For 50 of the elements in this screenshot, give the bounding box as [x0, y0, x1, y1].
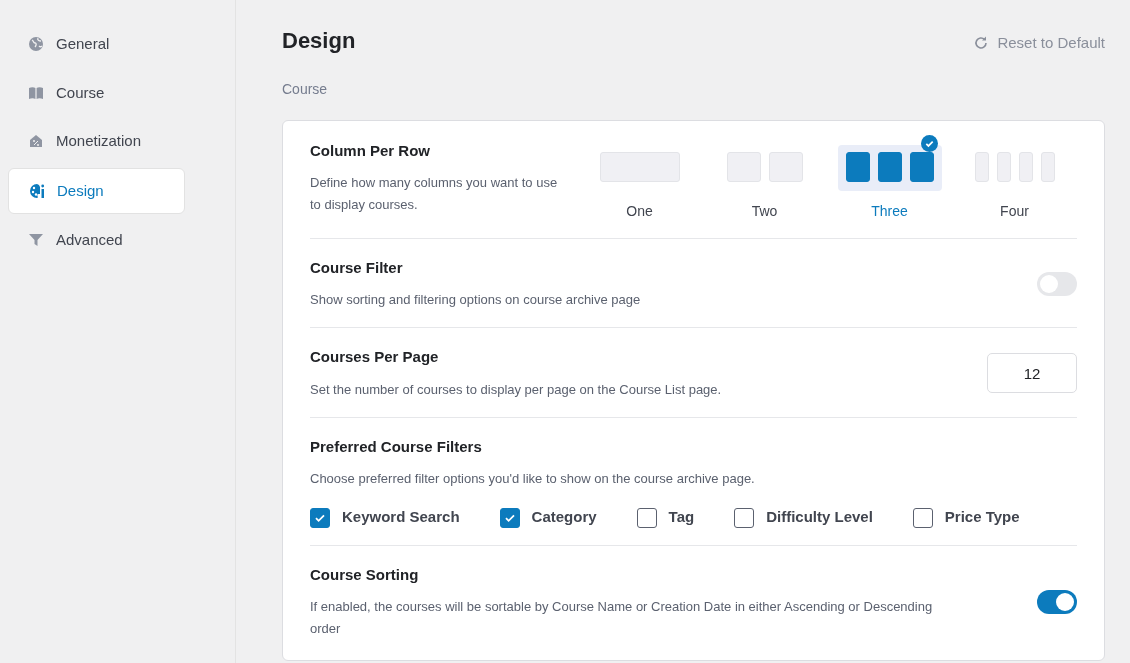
- filter-icon: [28, 232, 44, 249]
- column-block: [1040, 151, 1055, 182]
- sidebar-item[interactable]: Course: [8, 70, 185, 115]
- column-option[interactable]: Three: [827, 134, 952, 222]
- column-block: [909, 151, 934, 182]
- toggle-switch[interactable]: [1037, 590, 1077, 615]
- checkbox-option[interactable]: Tag: [636, 506, 695, 529]
- column-block: [974, 151, 989, 182]
- toggle-switch[interactable]: [1037, 271, 1077, 296]
- check-badge-icon: [921, 134, 938, 152]
- setting-description: If enabled, the courses will be sortable by Course Name or Creation Date in either Ascending or Descending order: [310, 598, 934, 639]
- column-block: [877, 151, 902, 182]
- column-block: [996, 151, 1011, 182]
- sidebar-item[interactable]: Design: [8, 167, 185, 214]
- sidebar-item[interactable]: Advanced: [8, 218, 185, 263]
- checkbox[interactable]: [310, 507, 330, 528]
- checkbox[interactable]: [499, 507, 520, 528]
- column-option[interactable]: One: [577, 134, 702, 222]
- checkbox-option[interactable]: Difficulty Level: [734, 506, 873, 529]
- globe-icon: [28, 36, 44, 53]
- book-icon: [28, 84, 44, 101]
- setting-title: Column Per Row: [310, 140, 431, 161]
- setting-title: Course Filter: [310, 257, 404, 278]
- reset-icon: [973, 35, 990, 52]
- number-field[interactable]: 12: [987, 353, 1077, 394]
- setting-description: Choose preferred filter options you'd like to show on the course archive page.: [310, 470, 756, 489]
- setting-title: Courses Per Page: [310, 347, 440, 368]
- setting-description: Set the number of courses to display per page on the Course List page.: [310, 380, 723, 399]
- setting-description: Define how many columns you want to use to display courses.: [310, 174, 559, 215]
- checkbox[interactable]: [636, 507, 657, 528]
- page-title: Design: [282, 28, 356, 55]
- column-block: [768, 151, 803, 182]
- column-option[interactable]: Two: [702, 134, 827, 222]
- checkbox[interactable]: [734, 507, 755, 528]
- sidebar-item[interactable]: Monetization: [8, 119, 185, 164]
- setting-title: Course Sorting: [310, 564, 420, 585]
- checkbox-option[interactable]: Price Type: [912, 506, 1020, 529]
- checkbox-option[interactable]: Category: [499, 506, 597, 529]
- column-option[interactable]: Four: [952, 134, 1077, 222]
- column-block: [1018, 151, 1033, 182]
- price-tag-icon: [28, 133, 44, 150]
- column-block: [726, 151, 761, 182]
- palette-icon: [29, 182, 45, 199]
- setting-description: Show sorting and filtering options on course archive page: [310, 291, 642, 309]
- section-label: Course: [282, 79, 329, 99]
- column-block: [845, 151, 870, 182]
- checkbox-option[interactable]: Keyword Search: [310, 506, 460, 529]
- checkbox[interactable]: [912, 507, 933, 528]
- setting-title: Preferred Course Filters: [310, 436, 483, 457]
- sidebar-item[interactable]: General: [8, 22, 185, 67]
